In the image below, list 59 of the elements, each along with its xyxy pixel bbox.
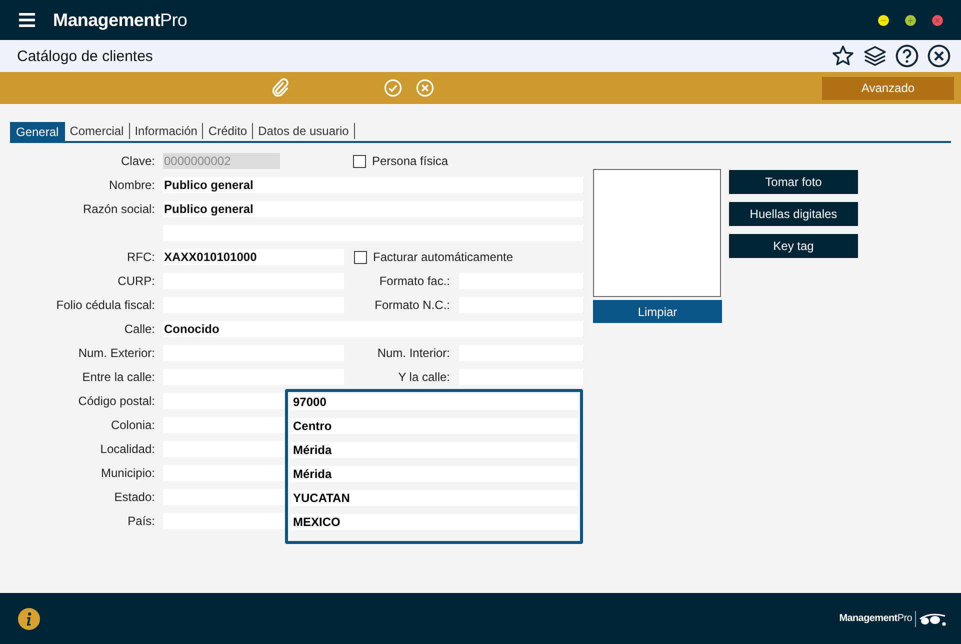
field-label: RFC: [126, 250, 155, 264]
address-value[interactable]: Mérida [291, 466, 578, 482]
input-field[interactable]: Conocido [163, 321, 583, 337]
layers-icon[interactable] [863, 44, 887, 68]
field-label: Entre la calle: [81, 370, 155, 384]
field-label: Código postal: [77, 394, 155, 408]
star-icon[interactable] [831, 44, 855, 68]
input-field[interactable]: Publico general [163, 201, 583, 217]
address-value[interactable]: MEXICO [291, 514, 578, 530]
field-label: Calle: [123, 322, 155, 336]
field-label: Num. Interior: [376, 346, 450, 360]
field-label: Colonia: [110, 418, 155, 432]
field-label: Nombre: [108, 178, 155, 192]
checkbox-label: Facturar automáticamente [373, 250, 514, 264]
field-label: Razón social: [82, 202, 155, 216]
clear-button[interactable]: Limpiar [593, 300, 722, 323]
minimize-button[interactable] [878, 14, 889, 26]
tab[interactable]: General [10, 122, 65, 141]
tab[interactable]: Comercial [64, 123, 130, 139]
field-label: Num. Exterior: [77, 346, 155, 360]
page-title: Catálogo de clientes [17, 48, 153, 64]
field-label: Municipio: [100, 466, 155, 480]
action-button[interactable]: Tomar foto [729, 170, 858, 194]
action-button[interactable]: Key tag [729, 234, 858, 258]
address-value[interactable]: Centro [291, 418, 578, 434]
field-label: Localidad: [99, 442, 155, 456]
input-field[interactable]: Publico general [163, 177, 583, 193]
field-label: Folio cédula fiscal: [55, 298, 155, 312]
tab[interactable]: Información [130, 123, 204, 139]
address-value[interactable]: YUCATAN [291, 490, 578, 506]
info-icon[interactable] [18, 608, 40, 630]
field-label: País: [126, 514, 155, 528]
close-button[interactable] [932, 14, 943, 26]
tab[interactable]: Crédito [203, 123, 254, 139]
paperclip-icon[interactable] [271, 78, 289, 98]
footer-brand: ManagementPro [839, 613, 912, 624]
field-label: Formato fac.: [378, 274, 450, 288]
field-label: Formato N.C.: [374, 298, 450, 312]
address-value[interactable]: Mérida [291, 442, 578, 458]
app-name: ManagementPro [53, 10, 188, 30]
check-icon[interactable] [384, 79, 402, 97]
advanced-button[interactable]: Avanzado [822, 76, 954, 100]
close-icon[interactable] [927, 44, 951, 68]
field-label: Clave: [120, 154, 155, 168]
tab[interactable]: Datos de usuario [253, 123, 355, 139]
input-field[interactable]: XAXX010101000 [163, 249, 344, 265]
help-icon[interactable] [895, 44, 919, 68]
checkbox[interactable] [353, 154, 366, 168]
field-label: CURP: [116, 274, 155, 288]
field-label: Estado: [113, 490, 155, 504]
menu-icon[interactable] [19, 13, 35, 27]
checkbox[interactable] [354, 250, 367, 264]
action-button[interactable]: Huellas digitales [729, 202, 858, 226]
maximize-button[interactable] [905, 14, 916, 26]
checkbox-label: Persona física [372, 154, 448, 168]
cancel-icon[interactable] [416, 79, 434, 97]
address-value[interactable]: 97000 [291, 394, 578, 410]
logo-icon [915, 610, 949, 626]
field-label: Y la calle: [397, 370, 450, 384]
